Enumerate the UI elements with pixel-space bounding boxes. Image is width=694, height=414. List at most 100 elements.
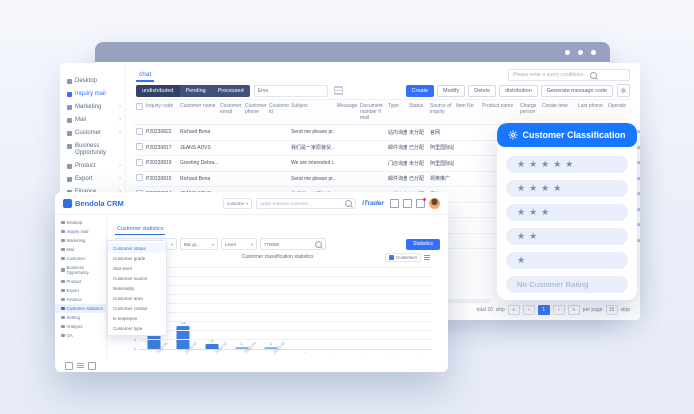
sidebar-item-mail[interactable]: Mail [55, 245, 106, 254]
pagination-control[interactable]: « [508, 305, 520, 315]
apps-icon[interactable] [390, 199, 399, 208]
sidebar-item-marketing[interactable]: Marketing [55, 236, 106, 245]
row-checkbox[interactable] [136, 159, 143, 166]
sidebar-item-icon [67, 105, 72, 110]
sidebar-item-marketing[interactable]: Marketing› [60, 101, 125, 114]
column-header: Item No [454, 102, 480, 110]
sidebar-item-analysis[interactable]: Analysis [55, 322, 106, 331]
email-filter-input[interactable]: Ema [254, 85, 328, 97]
sidebar-item-icon [67, 92, 72, 97]
sidebar-item-label: Desktop [75, 78, 121, 85]
sidebar-item-icon [61, 334, 65, 338]
dropdown-item[interactable]: Star level [108, 263, 166, 273]
table-cell[interactable] [134, 128, 144, 137]
distribution-button[interactable]: distribution [499, 85, 538, 97]
dropdown-item[interactable]: Customer status [108, 243, 166, 253]
notification-bell-icon[interactable] [416, 199, 425, 208]
segment-processed[interactable]: Processed [212, 85, 250, 97]
rating-pill-3-stars[interactable]: ★★★ [506, 204, 628, 221]
sidebar-item-icon [61, 280, 65, 284]
query-input[interactable]: Please enter a query conditions... [508, 69, 630, 81]
generate-message-code-button[interactable]: Generate message code [541, 85, 613, 97]
scope-select[interactable]: custome ▾ [223, 198, 252, 209]
dropdown-item[interactable]: Customer creator [108, 303, 166, 313]
dropdown-item[interactable]: Customer area [108, 293, 166, 303]
browser-titlebar[interactable] [95, 42, 610, 62]
rating-pill-none[interactable]: No Customer Rating [506, 276, 628, 293]
pagination-control[interactable]: 15 [606, 305, 618, 315]
segment-undistributed[interactable]: undistributed [136, 85, 180, 97]
dropdown-item[interactable]: Customer type [108, 323, 166, 333]
help-icon[interactable] [403, 199, 412, 208]
sidebar-item-setting[interactable]: Setting [55, 313, 106, 322]
rating-pill-2-stars[interactable]: ★★ [506, 228, 628, 245]
sidebar-item-customer[interactable]: Customer [55, 254, 106, 263]
row-checkbox[interactable] [136, 174, 143, 181]
layout-icon[interactable] [88, 362, 96, 370]
tab-chat[interactable]: chat [136, 71, 154, 82]
sidebar-item-export[interactable]: Export› [60, 173, 125, 186]
user-avatar[interactable] [429, 198, 440, 209]
bar-slot: 12023-04 [227, 266, 256, 349]
sidebar-item-desktop[interactable]: Desktop [55, 218, 106, 227]
window-dot-icon[interactable] [591, 50, 596, 55]
table-settings-button[interactable] [617, 84, 630, 97]
table-cell[interactable] [134, 174, 144, 183]
legend-item[interactable]: Customers [385, 253, 421, 262]
sidebar-item-customer-statistics[interactable]: Customer statistics [55, 304, 106, 313]
row-checkbox[interactable] [136, 128, 143, 135]
table-cell[interactable] [134, 143, 144, 152]
delete-button[interactable]: Delete [468, 85, 496, 97]
table-cell: JEANS ADVS [178, 145, 218, 151]
sidebar-item-export[interactable]: Export [55, 286, 106, 295]
current-page[interactable]: 1 [538, 305, 550, 315]
menu-icon[interactable] [77, 365, 84, 366]
sidebar-item-inquiry-mail[interactable]: Inquiry mail [60, 88, 125, 101]
sidebar-item-mail[interactable]: Mail› [60, 114, 125, 127]
row-checkbox[interactable] [136, 143, 143, 150]
create-button[interactable]: Create [406, 85, 435, 97]
dropdown-item[interactable]: Customer source [108, 273, 166, 283]
advanced-filter-icon[interactable] [334, 86, 343, 95]
select-all-checkbox[interactable] [136, 103, 143, 110]
segment-pending[interactable]: Pending [180, 85, 212, 97]
rating-pill-4-stars[interactable]: ★★★★ [506, 180, 628, 197]
brand-link[interactable]: iTrader [362, 200, 384, 207]
sidebar-item-inquiry-mail[interactable]: Inquiry mail [55, 227, 106, 236]
dropdown-item[interactable]: Is employee [108, 313, 166, 323]
pagination-control[interactable]: › [553, 305, 565, 315]
sidebar-item-business-opportunity[interactable]: Business Opportunity [60, 140, 125, 160]
sidebar-item-business-opportunity[interactable]: Business Opportunity [55, 263, 106, 277]
sidebar-item-product[interactable]: Product [55, 277, 106, 286]
level-select[interactable]: Level ▾ [221, 238, 257, 250]
rating-pill-5-stars[interactable]: ★★★★★ [506, 156, 628, 173]
sidebar-item-customer[interactable]: Customer› [60, 127, 125, 140]
sidebar-item-icon [61, 289, 65, 293]
statistics-button[interactable]: Statistics [406, 239, 440, 250]
app-logo[interactable]: Bendola CRM [63, 199, 124, 208]
pagination-control[interactable]: ‹ [523, 305, 535, 315]
sidebar-item-icon [61, 316, 65, 320]
chart-menu-icon[interactable] [424, 255, 430, 256]
table-cell: P20230817 [144, 145, 178, 151]
chevron-right-icon: › [119, 130, 121, 137]
window-dot-icon[interactable] [578, 50, 583, 55]
modify-button[interactable]: Modify [437, 85, 465, 97]
window-dot-icon[interactable] [565, 50, 570, 55]
collapse-icon[interactable] [65, 362, 73, 370]
chart-type-select[interactable]: Bar gr... ▾ [180, 238, 218, 250]
sidebar-item-desktop[interactable]: Desktop [60, 75, 125, 88]
pagination-control[interactable]: » [568, 305, 580, 315]
sidebar-item-product[interactable]: Product› [60, 160, 125, 173]
dropdown-item[interactable]: Customer grade [108, 253, 166, 263]
rating-pill-1-stars[interactable]: ★ [506, 252, 628, 269]
sidebar-item-oa[interactable]: OA [55, 331, 106, 340]
global-search-input[interactable]: Apply retrieval customer... [256, 198, 356, 209]
table-cell[interactable] [134, 159, 144, 168]
dropdown-item[interactable]: Nationality [108, 283, 166, 293]
sidebar-item-icon [67, 131, 72, 136]
sidebar-item-finance[interactable]: Finance [55, 295, 106, 304]
tab-customer-statistics[interactable]: Customer statistics [115, 226, 165, 235]
keyword-input[interactable]: 770008 [260, 238, 326, 250]
column-header [134, 102, 144, 113]
